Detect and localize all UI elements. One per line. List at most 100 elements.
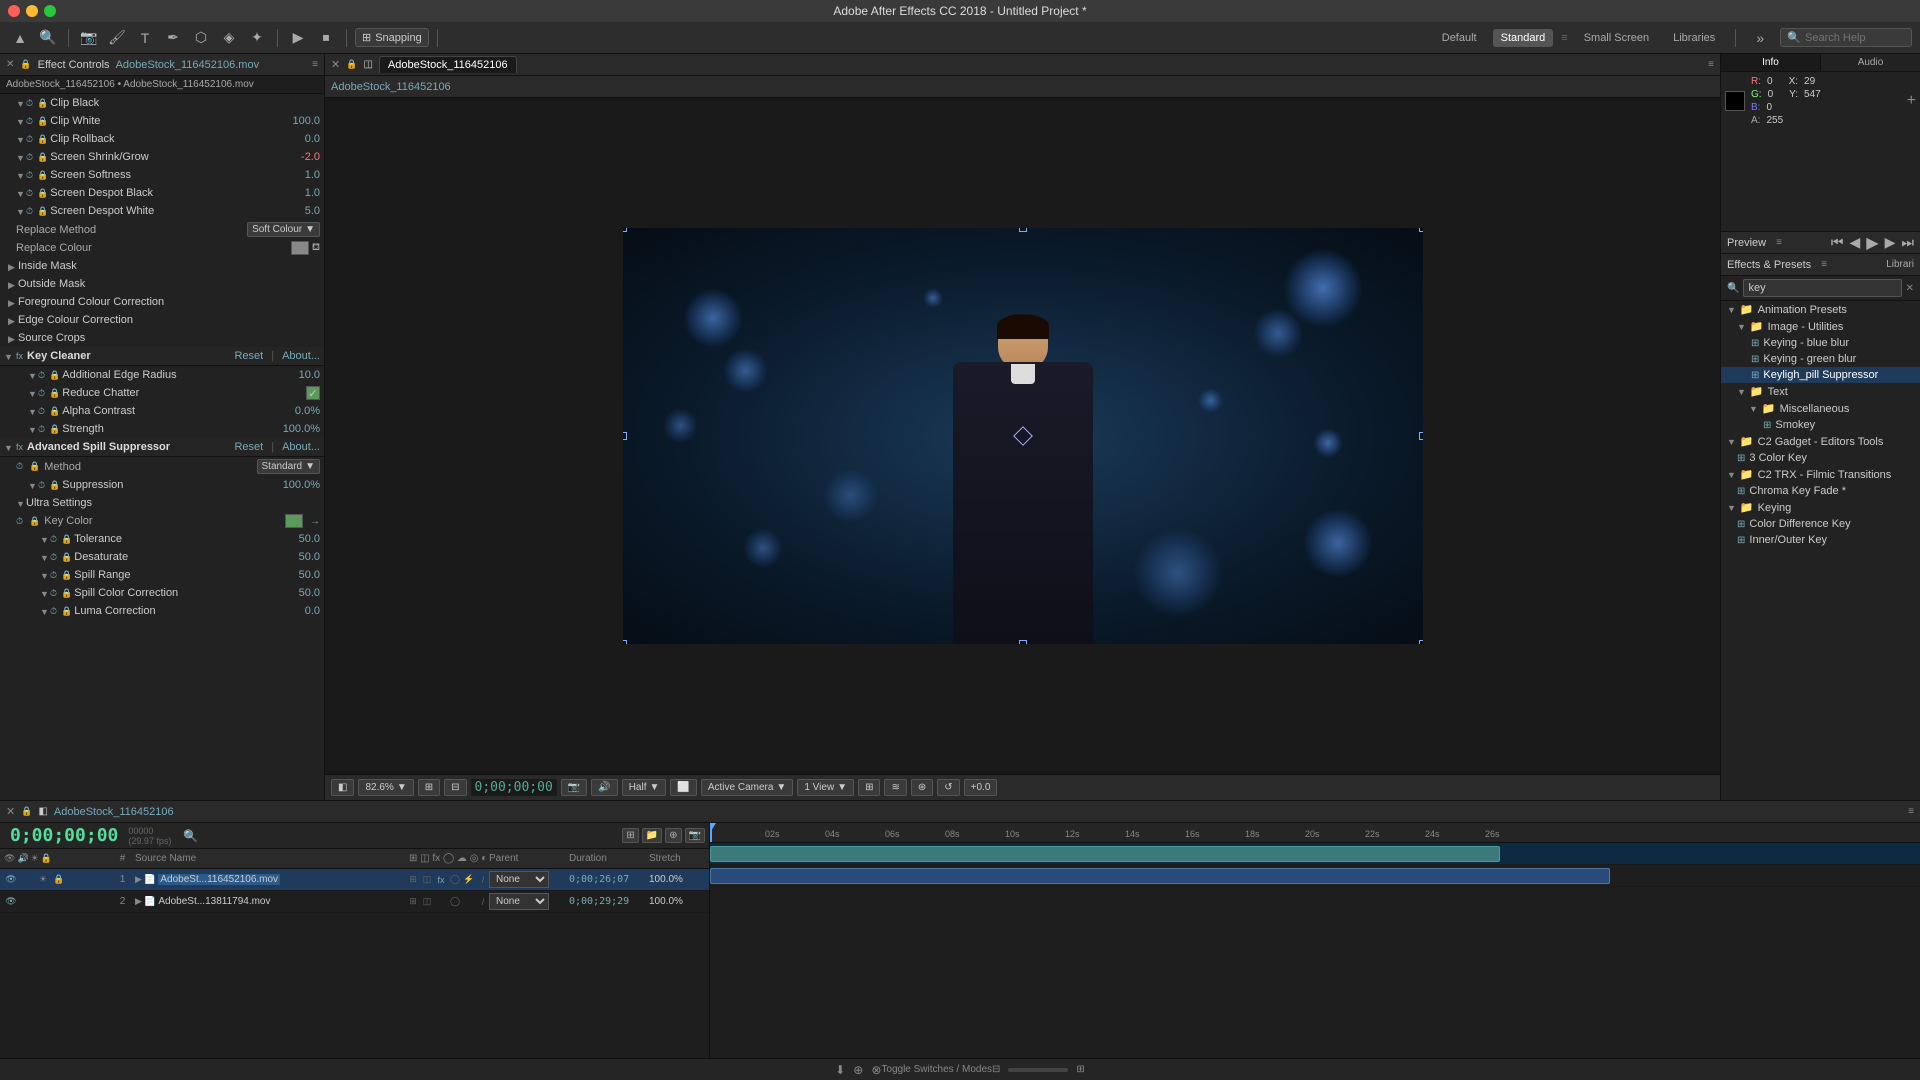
comp-canvas[interactable] [623,228,1423,644]
source-crops-tri[interactable] [8,334,16,342]
layer-1-solo[interactable]: ☀ [36,873,50,887]
timeline-footer-icon-2[interactable]: ⊕ [853,1063,863,1077]
add-icon[interactable]: + [1907,92,1916,110]
layer-new-btn[interactable]: ⊞ [622,828,638,843]
panel-menu-btn[interactable]: ≡ [312,59,318,70]
outside-mask-tri[interactable] [8,280,16,288]
alpha-contrast-tri[interactable] [28,407,36,415]
workspace-small[interactable]: Small Screen [1576,29,1657,47]
strength-tri[interactable] [28,425,36,433]
text-group[interactable]: ▼ 📁 Text [1721,383,1920,400]
replace-colour-swatch[interactable] [291,241,309,255]
layer-1-switch-2[interactable]: ◫ [421,874,433,886]
adv-spill-tri[interactable] [4,443,12,451]
layer-1-parent-select[interactable]: None [489,871,549,888]
aspect-btn[interactable]: ⊞ [418,779,440,796]
fg-colour-row[interactable]: Foreground Colour Correction [0,293,324,311]
layer-2-solo[interactable] [36,895,50,909]
audio-btn[interactable]: 🔊 [591,779,617,796]
replace-colour-eyedropper[interactable]: ⛾ [312,242,320,255]
clip-black-tri[interactable] [16,99,24,107]
keying-green-blur-item[interactable]: ⊞ Keying - green blur [1721,351,1920,367]
info-tab[interactable]: Info [1721,54,1821,71]
layer-2-motion-switch[interactable]: / [477,896,489,908]
preview-last-frame[interactable]: ⏭ [1901,234,1914,251]
maximize-button[interactable] [44,5,56,17]
workspace-standard[interactable]: Standard [1493,29,1554,47]
effects-search-input[interactable] [1743,279,1901,297]
search-tool[interactable]: 🔍 [36,26,60,50]
comp-menu-btn[interactable]: ≡ [1708,59,1714,70]
reduce-chatter-checkbox[interactable]: ✓ [306,386,320,400]
spill-range-tri[interactable] [40,571,48,579]
timeline-footer-icon-3[interactable]: ⊗ [871,1063,881,1077]
suppression-tri[interactable] [28,481,36,489]
preview-play[interactable]: ▶ [1866,233,1878,253]
layer-2-switch-1[interactable]: ⊞ [407,896,419,908]
layer-1-fx-switch[interactable]: fx [435,874,447,886]
timeline-menu[interactable]: ≡ [1908,806,1914,817]
comp-tab[interactable]: AdobeStock_116452106 [379,56,517,73]
timeline-timecode[interactable]: 0;00;00;00 [4,823,124,848]
render-queue-btn[interactable]: ⊛ [911,779,933,796]
inner-outer-key-item[interactable]: ⊞ Inner/Outer Key [1721,532,1920,548]
close-button[interactable] [8,5,20,17]
chroma-key-fade-item[interactable]: ⊞ Chroma Key Fade * [1721,483,1920,499]
keying-blue-blur-item[interactable]: ⊞ Keying - blue blur [1721,335,1920,351]
tolerance-row[interactable]: ⏱ 🔒 Tolerance 50.0 [0,530,324,548]
ultra-settings-tri[interactable] [16,499,24,507]
spill-color-tri[interactable] [40,589,48,597]
method-dropdown[interactable]: Standard ▼ [257,459,321,474]
screen-softness-tri[interactable] [16,171,24,179]
layer-2-switch-4[interactable]: ◯ [449,896,461,908]
layer-folder-btn[interactable]: 📁 [642,828,662,843]
search-help-box[interactable]: 🔍 [1780,28,1912,47]
audio-tab[interactable]: Audio [1821,54,1920,71]
preview-menu[interactable]: ≡ [1776,237,1782,248]
screen-despot-black-tri[interactable] [16,189,24,197]
screen-shrink-tri[interactable] [16,153,24,161]
effects-search-clear[interactable]: ✕ [1906,283,1914,294]
layer-2-parent-select[interactable]: None [489,893,549,910]
minimize-button[interactable] [26,5,38,17]
clip-black-row[interactable]: ⏱ 🔒 Clip Black [0,94,324,112]
suppression-row[interactable]: ⏱ 🔒 Suppression 100.0% [0,476,324,494]
add-edge-radius-tri[interactable] [28,371,36,379]
inside-mask-row[interactable]: Inside Mask [0,257,324,275]
stop-btn[interactable]: ⏹ [314,26,338,50]
pen-tool[interactable]: ✒ [161,26,185,50]
screen-despot-white-tri[interactable] [16,207,24,215]
comp-close[interactable]: ✕ [331,58,340,71]
tolerance-tri[interactable] [40,535,48,543]
color-diff-key-item[interactable]: ⊞ Color Difference Key [1721,516,1920,532]
animation-presets-group[interactable]: ▼ 📁 Animation Presets [1721,301,1920,318]
screen-despot-black-row[interactable]: ⏱ 🔒 Screen Despot Black 1.0 [0,184,324,202]
safe-zones-btn[interactable]: ⊟ [444,779,466,796]
search-help-input[interactable] [1805,32,1905,44]
desaturate-tri[interactable] [40,553,48,561]
camera-tool[interactable]: 📷 [77,26,101,50]
layer-2-switch-5[interactable] [463,896,475,908]
spill-range-row[interactable]: ⏱ 🔒 Spill Range 50.0 [0,566,324,584]
zoom-btn[interactable]: 82.6% ▼ [358,779,413,796]
alpha-contrast-row[interactable]: ⏱ 🔒 Alpha Contrast 0.0% [0,402,324,420]
luma-correction-row[interactable]: ⏱ 🔒 Luma Correction 0.0 [0,602,324,620]
comp-timecode[interactable]: 0;00;00;00 [471,779,557,796]
camera-view-btn[interactable]: Active Camera ▼ [701,779,793,796]
screen-shrink-row[interactable]: ⏱ 🔒 Screen Shrink/Grow -2.0 [0,148,324,166]
brush-tool[interactable]: 🖌 [105,26,129,50]
workspace-default[interactable]: Default [1434,29,1485,47]
clip-rollback-tri[interactable] [16,135,24,143]
timeline-search-icon[interactable]: 🔍 [183,829,198,843]
clip-rollback-row[interactable]: ⏱ 🔒 Clip Rollback 0.0 [0,130,324,148]
play-btn[interactable]: ▶ [286,26,310,50]
track-clip-2[interactable] [710,868,1610,884]
layer-2-lock[interactable] [52,895,66,909]
track-row-1[interactable] [710,843,1920,865]
layer-2-expand[interactable]: ▶ [135,896,142,907]
edge-colour-tri[interactable] [8,316,16,324]
edge-colour-row[interactable]: Edge Colour Correction [0,311,324,329]
grid-btn[interactable]: ⊞ [858,779,880,796]
reduce-chatter-row[interactable]: ⏱ 🔒 Reduce Chatter ✓ [0,384,324,402]
camera-btn[interactable]: 📷 [561,779,587,796]
